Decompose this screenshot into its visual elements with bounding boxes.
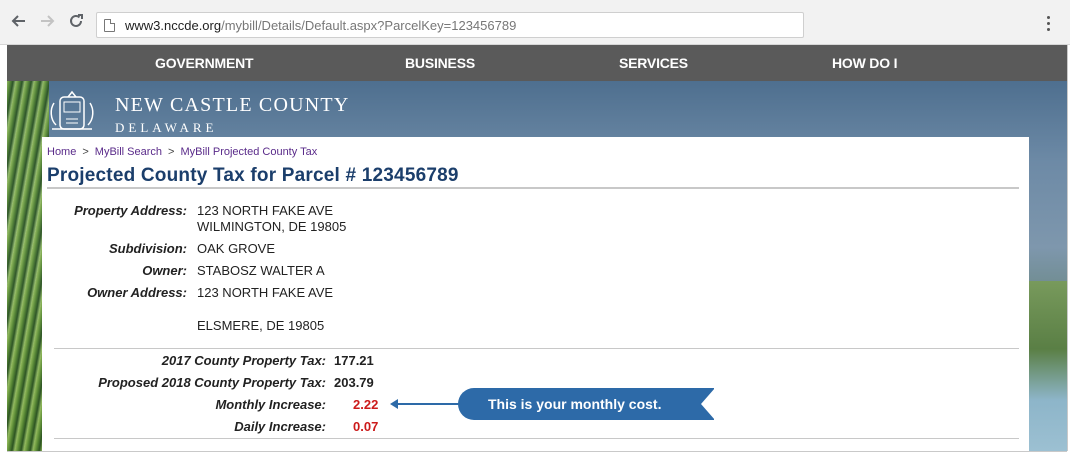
nav-item-services[interactable]: SERVICES [619,45,688,81]
page-icon [104,18,115,32]
browser-toolbar: www3.nccde.org/mybill/Details/Default.as… [0,0,1070,45]
owner-address-line2: ELSMERE, DE 19805 [197,318,325,333]
county-seal-icon[interactable] [46,89,98,135]
address-bar[interactable]: www3.nccde.org/mybill/Details/Default.as… [96,12,804,38]
nav-item-how-do-i[interactable]: HOW DO I [832,45,897,81]
property-address-label: Property Address: [74,203,187,218]
owner-value: STABOSZ WALTER A [197,263,325,278]
kebab-menu-icon[interactable] [1040,12,1056,34]
brand-title[interactable]: NEW CASTLE COUNTY [115,94,349,117]
title-divider [47,187,1019,189]
marsh-background [1027,281,1067,451]
frame-border [7,451,1067,452]
nav-item-business[interactable]: BUSINESS [405,45,475,81]
forward-arrow-icon[interactable] [36,10,58,32]
monthly-cost-callout: This is your monthly cost. [458,388,715,420]
owner-address-label: Owner Address: [87,285,187,300]
breadcrumb-separator: > [82,146,89,158]
callout-arrow-line [397,403,460,405]
breadcrumb-separator: > [168,146,175,158]
property-address-line2: WILMINGTON, DE 19805 [197,219,347,234]
proposed-tax-label: Proposed 2018 County Property Tax: [98,375,326,390]
property-address-line1: 123 NORTH FAKE AVE [197,203,334,218]
breadcrumb-mybill-search[interactable]: MyBill Search [95,146,162,158]
nav-item-government[interactable]: GOVERNMENT [155,45,254,81]
bottom-divider [54,438,1019,439]
monthly-increase-value: 2.22 [353,397,379,412]
owner-address-line1: 123 NORTH FAKE AVE [197,285,334,300]
monthly-increase-label: Monthly Increase: [215,397,326,412]
breadcrumb-home[interactable]: Home [47,146,76,158]
url-path: /mybill/Details/Default.aspx?ParcelKey=1… [221,17,517,33]
callout-arrow-icon [390,399,398,409]
url-host: www3.nccde.org [125,17,222,33]
subdivision-value: OAK GROVE [197,241,276,256]
proposed-tax-value: 203.79 [334,375,374,390]
frame-border [1067,45,1068,451]
daily-increase-value: 0.07 [353,419,379,434]
section-divider [54,348,1019,349]
owner-label: Owner: [142,263,187,278]
subdivision-label: Subdivision: [109,241,187,256]
site-nav: GOVERNMENT BUSINESS SERVICES HOW DO I [7,45,1067,81]
breadcrumb: Home > MyBill Search > MyBill Projected Coun… [47,146,317,158]
breadcrumb-projected-tax[interactable]: MyBill Projected County Tax [180,146,317,158]
page-title: Projected County Tax for Parcel # 123456… [47,165,459,186]
current-tax-value: 177.21 [334,353,374,368]
current-tax-label: 2017 County Property Tax: [161,353,326,368]
brand-subtitle: DELAWARE [115,120,218,135]
reload-icon[interactable] [65,10,87,32]
back-arrow-icon[interactable] [8,10,30,32]
daily-increase-label: Daily Increase: [234,419,326,434]
